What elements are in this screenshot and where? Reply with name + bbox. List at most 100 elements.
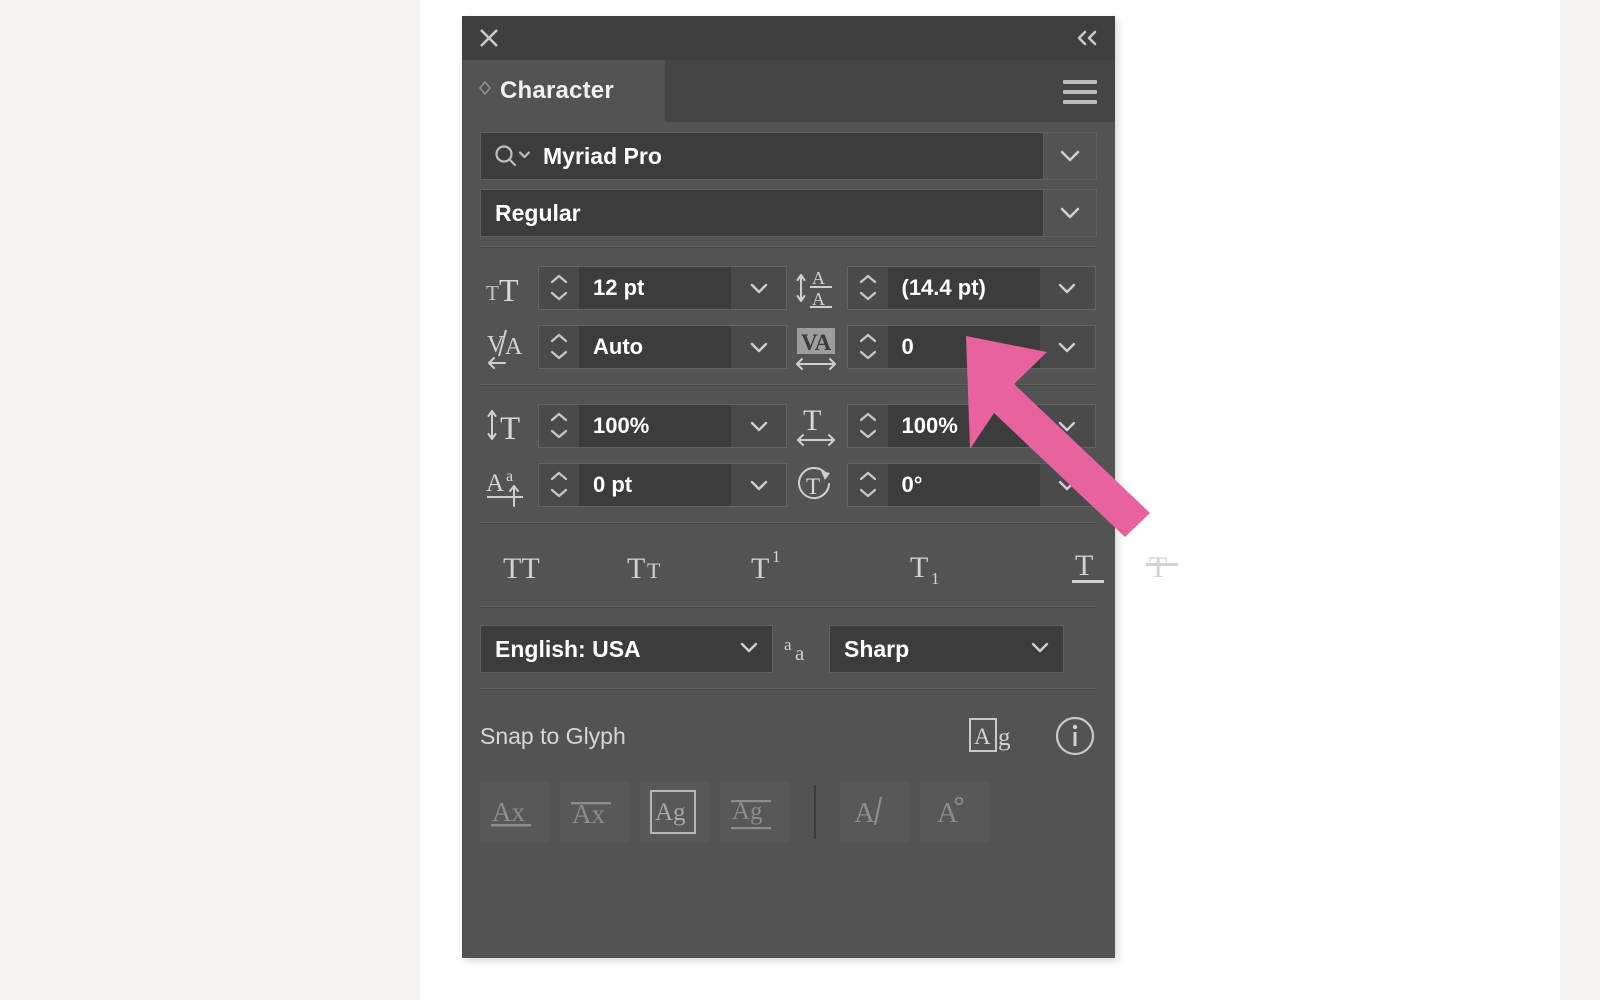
glyph-align-buttons: Ax Ax Ag Ag A A — [480, 772, 1097, 852]
svg-text:TT: TT — [503, 552, 540, 585]
screen: Character Myriad Pro Regular T T 12 pt A… — [0, 0, 1600, 1000]
horizontal-scale-spinner[interactable] — [848, 405, 888, 447]
align-descender-button[interactable]: Ag — [720, 781, 790, 843]
font-style-input[interactable]: Regular — [480, 189, 1044, 237]
vertical-scale-input[interactable]: 100% — [579, 404, 731, 447]
small-caps-button[interactable]: T T — [574, 541, 734, 591]
kerning-input[interactable]: Auto — [579, 325, 731, 368]
baseline-shift-dropdown-icon[interactable] — [731, 464, 786, 506]
language-antialias-row: English: USA a a Sharp — [480, 618, 1097, 680]
leading-spinner[interactable] — [848, 267, 888, 309]
character-rotation-stepper[interactable]: 0° — [846, 462, 1096, 507]
font-family-dropdown-button[interactable] — [1044, 132, 1097, 180]
align-baseline-button[interactable]: Ax — [480, 781, 550, 843]
horizontal-scale-input[interactable]: 100% — [887, 404, 1040, 447]
character-rotation-input[interactable]: 0° — [887, 463, 1040, 506]
horizontal-scale-dropdown-icon[interactable] — [1040, 405, 1095, 447]
anti-alias-dropdown[interactable]: Sharp — [829, 625, 1064, 673]
font-size-value: 12 pt — [593, 274, 645, 300]
font-size-input[interactable]: 12 pt — [579, 266, 731, 309]
panel-grip-icon — [478, 80, 492, 102]
svg-text:a: a — [795, 641, 805, 665]
metrics-grid: T T 12 pt A A (14.4 pt) V A Auto VA 0 — [480, 258, 1097, 376]
info-circle-icon[interactable] — [1053, 714, 1097, 758]
svg-text:a: a — [506, 468, 513, 485]
baseline-shift-spinner[interactable] — [539, 464, 579, 506]
align-cap-height-button[interactable]: Ax — [560, 781, 630, 843]
horizontal-scale-value: 100% — [901, 412, 958, 438]
vertical-scale-field: T 100% — [480, 396, 789, 455]
font-size-icon: T T — [480, 265, 538, 311]
svg-text:T: T — [500, 411, 520, 447]
svg-text:1: 1 — [931, 569, 940, 588]
svg-text:T: T — [910, 551, 928, 584]
character-rotation-value: 0° — [901, 471, 923, 497]
svg-text:Ag: Ag — [655, 799, 686, 826]
snap-to-glyph-ag-icon[interactable]: A g — [967, 715, 1025, 757]
language-value: English: USA — [495, 635, 641, 662]
font-style-value: Regular — [495, 199, 581, 226]
kerning-stepper[interactable]: Auto — [538, 324, 787, 369]
font-family-value: Myriad Pro — [543, 142, 662, 169]
baseline-shift-input[interactable]: 0 pt — [579, 463, 731, 506]
vertical-scale-stepper[interactable]: 100% — [538, 403, 787, 448]
leading-stepper[interactable]: (14.4 pt) — [846, 265, 1096, 310]
character-rotation-spinner[interactable] — [848, 464, 888, 506]
svg-text:a: a — [784, 635, 792, 654]
superscript-button[interactable]: T 1 — [734, 541, 816, 591]
svg-text:A: A — [854, 797, 875, 829]
kerning-spinner[interactable] — [539, 326, 579, 368]
close-icon[interactable] — [478, 27, 500, 49]
leading-dropdown-icon[interactable] — [1040, 267, 1095, 309]
font-size-dropdown-icon[interactable] — [731, 267, 786, 309]
font-size-spinner[interactable] — [539, 267, 579, 309]
character-rotation-field: T 0° — [789, 455, 1098, 514]
font-size-stepper[interactable]: 12 pt — [538, 265, 787, 310]
font-style-dropdown-button[interactable] — [1044, 189, 1097, 237]
divider — [480, 688, 1097, 690]
svg-text:VA: VA — [801, 330, 832, 355]
align-italic-angle-button[interactable]: A — [840, 781, 910, 843]
tracking-spinner[interactable] — [848, 326, 888, 368]
all-caps-button[interactable]: TT — [486, 541, 574, 591]
baseline-shift-stepper[interactable]: 0 pt — [538, 462, 787, 507]
hamburger-menu-icon[interactable] — [1063, 80, 1097, 104]
character-rotation-dropdown-icon[interactable] — [1040, 464, 1095, 506]
tracking-input[interactable]: 0 — [887, 325, 1040, 368]
vertical-scale-dropdown-icon[interactable] — [731, 405, 786, 447]
language-dropdown[interactable]: English: USA — [480, 625, 773, 673]
subscript-button[interactable]: T 1 — [816, 541, 1052, 591]
svg-text:A: A — [812, 268, 825, 288]
kerning-dropdown-icon[interactable] — [731, 326, 786, 368]
font-size-field: T T 12 pt — [480, 258, 789, 317]
font-family-input[interactable]: Myriad Pro — [480, 132, 1044, 180]
svg-text:T: T — [486, 281, 499, 305]
character-rotation-icon: T — [789, 462, 847, 508]
horizontal-scale-field: T 100% — [789, 396, 1098, 455]
svg-text:T: T — [806, 474, 820, 499]
tracking-stepper[interactable]: 0 — [846, 324, 1096, 369]
search-icon[interactable] — [493, 143, 531, 169]
align-em-box-button[interactable]: Ag — [640, 781, 710, 843]
kerning-value: Auto — [593, 333, 644, 359]
vertical-scale-spinner[interactable] — [539, 405, 579, 447]
collapse-double-chevron-icon[interactable] — [1073, 28, 1101, 48]
chevron-down-icon — [1029, 640, 1051, 659]
horizontal-scale-stepper[interactable]: 100% — [846, 403, 1096, 448]
align-glyph-bounds-button[interactable]: A — [920, 781, 990, 843]
kerning-icon: V A — [480, 324, 538, 370]
leading-input[interactable]: (14.4 pt) — [887, 266, 1040, 309]
svg-text:T: T — [1149, 551, 1167, 584]
underline-button[interactable]: T — [1052, 541, 1130, 591]
svg-text:T: T — [499, 272, 519, 308]
tab-character[interactable]: Character — [462, 60, 665, 122]
divider — [480, 522, 1097, 524]
tracking-field: VA 0 — [789, 317, 1098, 376]
anti-alias-value: Sharp — [844, 635, 910, 662]
tracking-dropdown-icon[interactable] — [1040, 326, 1095, 368]
panel-title: Character — [500, 77, 614, 104]
vertical-scale-value: 100% — [593, 412, 650, 438]
strikethrough-button[interactable]: T — [1130, 541, 1200, 591]
svg-text:Ax: Ax — [492, 797, 525, 827]
svg-text:T: T — [1075, 549, 1093, 582]
